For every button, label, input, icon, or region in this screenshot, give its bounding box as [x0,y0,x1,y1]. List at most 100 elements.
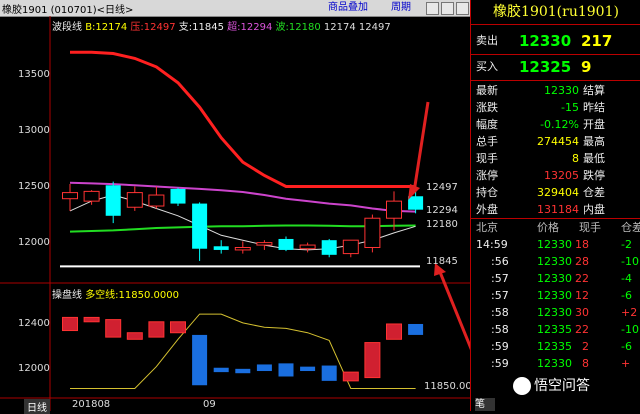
stat-value: 131184 [537,203,579,216]
sell-qty: 217 [581,32,613,50]
candle-body [386,200,402,219]
sub-bar [192,334,208,386]
trade-header: 北京 价格 现手 仓差 [471,219,640,236]
trade-oi-change: -10 [621,255,639,268]
annotation-arrow-1 [412,101,430,193]
legend-ya: 压:12497 [130,22,176,33]
trade-row: :58 12330 30 +2 [471,304,640,321]
stat-value: 12330 [544,84,579,97]
minimize-icon[interactable] [426,2,439,15]
stat-value: -0.12% [540,118,579,131]
commodity-overlay-button[interactable]: 商品叠加 [325,1,371,14]
divider [471,54,640,55]
tab-daily[interactable]: 日线 [24,399,50,414]
sub-y-tick-label: 12000 [18,363,50,374]
line-label-12497: 12497 [426,182,458,193]
bottom-tab[interactable]: 笔 [475,398,495,411]
trade-row: :59 12335 2 -6 [471,338,640,355]
quote-panel: 橡胶1901(ru1901) 卖出 12330 217 买入 12325 9 最… [470,0,640,411]
legend-name: 波段线 [52,22,82,33]
stat-row: 幅度 -0.12% 开盘 [471,116,640,133]
maximize-icon[interactable] [441,2,454,15]
trade-time: :58 [491,323,509,336]
main-legend: 波段线 B:12174 压:12497 支:11845 超:12294 波:12… [52,18,391,33]
trade-time: :57 [491,289,509,302]
x-tick-label: 09 [203,399,216,410]
trade-price: 12330 [537,357,572,370]
stat-value: 8 [572,152,579,165]
trade-oi-change: -2 [621,238,632,251]
stat-label-2: 开盘 [583,118,605,131]
stat-row: 总手 274454 最高 [471,133,640,150]
stat-label: 涨跌 [476,101,498,114]
candle-body [83,190,100,202]
trade-row: :58 12335 22 -10 [471,321,640,338]
trade-oi-change: + [621,357,631,370]
window-title: 橡胶1901 (010701)<日线> [2,5,134,16]
sub-bar [83,316,100,323]
stat-label-2: 跌停 [583,169,605,182]
stat-row: 持仓 329404 仓差 [471,184,640,201]
trade-qty: 18 [575,238,589,251]
y-tick-label: 13000 [18,125,50,136]
trade-header-oi: 仓差 [621,221,640,234]
sub-legend-name: 操盘线 [52,290,82,301]
candle-body [170,188,186,204]
trade-price: 12330 [537,238,572,251]
resistance-line [70,50,416,188]
y-tick-label: 13500 [18,69,50,80]
annotation-arrow-2 [438,271,470,351]
trade-oi-change: -4 [621,272,632,285]
trade-price: 12335 [537,340,572,353]
sub-panel [62,313,424,389]
line-label-11845: 11845 [426,256,458,267]
legend-zhi: 支:11845 [178,22,224,33]
wave-line [69,224,416,233]
sub-bar [256,364,272,372]
chart-area[interactable]: 波段线 B:12174 压:12497 支:11845 超:12294 波:12… [0,16,472,414]
sell-price: 12330 [519,32,572,50]
stat-label: 总手 [476,135,498,148]
sub-legend: 操盘线 多空线:11850.0000 [52,286,179,301]
sub-bar [386,323,402,340]
trade-qty: 30 [575,306,589,319]
period-button[interactable]: 周期 [388,1,414,14]
sub-y-tick-label: 12400 [18,318,50,329]
y-tick-label: 12000 [18,237,50,248]
stat-label: 涨停 [476,169,498,182]
sub-bar [235,368,251,374]
legend-b: B:12174 [85,22,128,33]
legend-v2: 12497 [358,22,391,33]
sub-bar [342,371,359,382]
trade-time: :57 [491,272,509,285]
trade-header-qty: 现手 [579,221,601,234]
stat-value: 13205 [544,169,579,182]
stat-label-2: 结算 [583,84,605,97]
trade-time: 14:59 [476,238,508,251]
candle-body [299,244,316,250]
stat-row: 现手 8 最低 [471,150,640,167]
trade-qty: 28 [575,255,589,268]
trade-time: :56 [491,255,509,268]
trade-time: :59 [491,340,509,353]
window-titlebar: 橡胶1901 (010701)<日线> 商品叠加 周期 [0,0,470,17]
main-panel [60,50,424,268]
trade-price: 12330 [537,306,572,319]
trade-row: :56 12330 28 -10 [471,253,640,270]
sub-bar [321,365,337,381]
candle-body [408,196,424,210]
stat-label-2: 最高 [583,135,605,148]
buy-row: 买入 12325 9 [471,56,640,78]
watermark: 悟空问答 [513,372,640,400]
sub-bar [126,332,143,340]
trade-qty: 22 [575,272,589,285]
legend-bo: 波:12180 [275,22,321,33]
buy-price: 12325 [519,58,572,76]
close-icon[interactable] [456,2,469,15]
sub-legend-label: 多空线:11850.0000 [85,290,179,301]
candle-body [321,240,337,255]
trade-price: 12330 [537,272,572,285]
candle-body [148,194,165,207]
candle-body [256,242,273,246]
stat-label: 持仓 [476,186,498,199]
